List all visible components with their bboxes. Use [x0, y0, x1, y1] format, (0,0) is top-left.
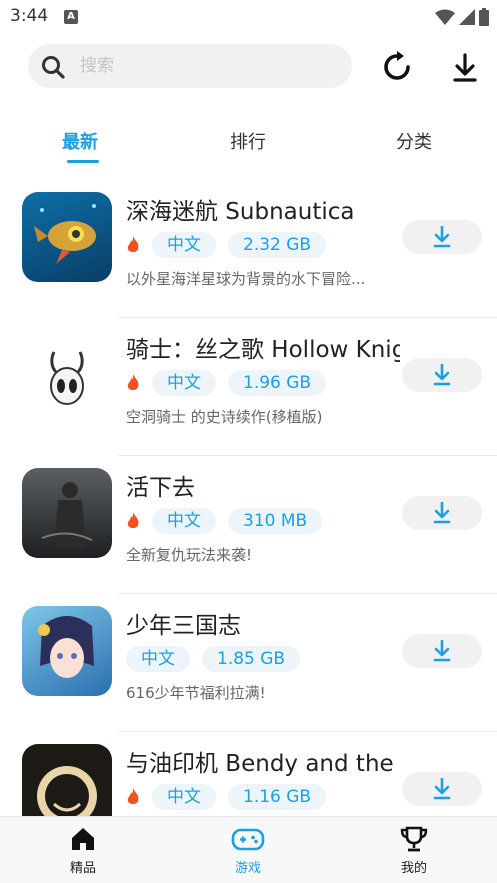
signal-icon [459, 9, 475, 25]
nav-mine[interactable]: 我的 [374, 825, 454, 876]
game-title[interactable]: 深海迷航 Subnautica [126, 192, 400, 226]
tab-latest[interactable]: 最新 [62, 128, 98, 154]
game-list[interactable]: 深海迷航 Subnautica 中文 2.32 GB 以外星海洋星球为背景的水下… [0, 180, 497, 816]
language-tag: 中文 [152, 508, 216, 534]
search-bar[interactable] [28, 44, 352, 88]
download-button[interactable] [402, 496, 482, 530]
nav-games[interactable]: 游戏 [208, 825, 288, 876]
download-icon [433, 778, 451, 800]
home-icon [72, 828, 94, 850]
size-tag: 1.16 GB [228, 784, 327, 810]
download-icon [433, 502, 451, 524]
downloads-button[interactable] [448, 50, 482, 84]
refresh-icon [384, 51, 410, 80]
language-tag: 中文 [152, 784, 216, 810]
hot-fire-icon [127, 374, 139, 390]
download-button[interactable] [402, 358, 482, 392]
wifi-icon [435, 9, 455, 25]
game-title[interactable]: 少年三国志 [126, 606, 400, 640]
game-title[interactable]: 活下去 [126, 468, 400, 502]
notification-a-icon: A [64, 10, 78, 24]
list-item[interactable]: 骑士：丝之歌 Hollow Knight 中文 1.96 GB 空洞骑士 的史诗… [0, 318, 497, 456]
game-description: 616少年节福利拉满! [126, 684, 266, 702]
game-title[interactable]: 骑士：丝之歌 Hollow Knight [126, 330, 400, 364]
bottom-navigation: 精品 游戏 我的 [0, 816, 497, 883]
battery-icon [479, 8, 489, 26]
hot-fire-icon [127, 236, 139, 252]
download-button[interactable] [402, 220, 482, 254]
refresh-button[interactable] [380, 50, 414, 84]
tab-category[interactable]: 分类 [396, 128, 432, 154]
download-icon [453, 53, 477, 82]
search-input[interactable] [80, 52, 330, 80]
tab-ranking[interactable]: 排行 [230, 128, 266, 154]
game-icon-subnautica [22, 192, 112, 282]
list-item[interactable]: 少年三国志 中文 1.85 GB 616少年节福利拉满! [0, 594, 497, 732]
language-tag: 中文 [152, 370, 216, 396]
gamepad-icon [231, 828, 265, 851]
search-icon [42, 56, 65, 79]
hot-fire-icon [127, 512, 139, 528]
trophy-icon [400, 826, 428, 852]
game-title[interactable]: 与油印机 Bendy and the Ink Machine [126, 744, 400, 778]
status-bar: 3:44 A [0, 0, 497, 34]
nav-featured-label: 精品 [69, 861, 96, 876]
download-icon [433, 364, 451, 386]
nav-featured[interactable]: 精品 [43, 825, 123, 876]
nav-mine-label: 我的 [400, 861, 427, 876]
language-tag: 中文 [152, 232, 216, 258]
nav-games-label: 游戏 [234, 861, 261, 876]
game-icon-live-on [22, 468, 112, 558]
hot-fire-icon [127, 788, 139, 804]
tab-bar: 最新 排行 分类 [0, 120, 497, 170]
size-tag: 310 MB [228, 508, 323, 534]
list-item[interactable]: 与油印机 Bendy and the Ink Machine 中文 1.16 G… [0, 732, 497, 816]
size-tag: 1.96 GB [228, 370, 327, 396]
status-time: 3:44 [10, 6, 49, 26]
game-icon-three-kingdoms [22, 606, 112, 696]
size-tag: 1.85 GB [202, 646, 301, 672]
active-tab-indicator [67, 160, 99, 163]
system-icons [435, 8, 489, 26]
list-item[interactable]: 活下去 中文 310 MB 全新复仇玩法来袭! [0, 456, 497, 594]
game-icon-bendy [22, 744, 112, 816]
download-icon [433, 226, 451, 248]
game-description: 全新复仇玩法来袭! [126, 546, 253, 564]
list-item[interactable]: 深海迷航 Subnautica 中文 2.32 GB 以外星海洋星球为背景的水下… [0, 180, 497, 318]
download-button[interactable] [402, 772, 482, 806]
game-icon-hollow-knight [22, 330, 112, 420]
download-icon [433, 640, 451, 662]
size-tag: 2.32 GB [228, 232, 327, 258]
download-button[interactable] [402, 634, 482, 668]
game-description: 以外星海洋星球为背景的水下冒险... [126, 270, 366, 288]
game-description: 空洞骑士 的史诗续作(移植版) [126, 408, 323, 426]
language-tag: 中文 [126, 646, 190, 672]
